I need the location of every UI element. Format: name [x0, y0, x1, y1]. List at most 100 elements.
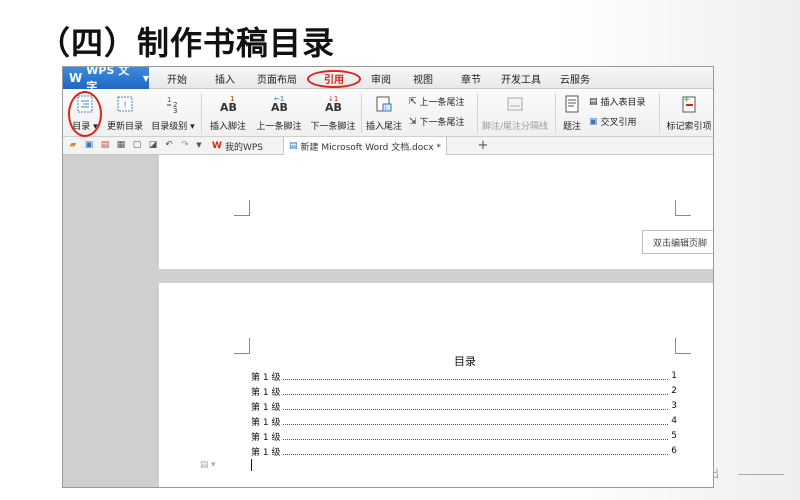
- table-of-figures-icon: ▤: [589, 96, 598, 107]
- toc-dot-leader: [283, 387, 669, 395]
- page-options-icon[interactable]: ▤ ▾: [200, 459, 216, 470]
- print-icon[interactable]: ▦: [115, 139, 127, 151]
- endnote-icon: i: [373, 93, 395, 115]
- wps-app-button[interactable]: W WPS 文字 ▼: [63, 67, 149, 93]
- svg-text:AB: AB: [325, 101, 342, 114]
- footer-edit-tip[interactable]: 双击编辑页脚: [642, 230, 713, 254]
- wps-logo-icon: W: [212, 141, 222, 151]
- prev-endnote-button[interactable]: ⇱ 上一条尾注: [409, 95, 465, 109]
- margin-corner: [234, 338, 250, 354]
- tab-page-layout[interactable]: 页面布局: [251, 67, 303, 89]
- svg-text:+: +: [683, 95, 691, 105]
- undo-icon[interactable]: ↶: [163, 139, 175, 151]
- mark-index-label: 标记索引项: [666, 122, 712, 132]
- wps-logo-icon: W: [69, 71, 83, 85]
- insert-table-of-figures-button[interactable]: ▤ 插入表目录: [589, 95, 646, 109]
- toc-dot-leader: [283, 447, 669, 455]
- print-preview-icon[interactable]: ▢: [131, 139, 143, 151]
- tab-chapter[interactable]: 章节: [451, 67, 491, 89]
- next-footnote-icon: ↓1 AB: [322, 93, 344, 115]
- cross-reference-button[interactable]: ▣ 交叉引用: [589, 115, 637, 129]
- toc-entry[interactable]: 第 1 级 5: [251, 429, 677, 443]
- quick-access-dropdown-icon[interactable]: ▼: [193, 139, 205, 151]
- svg-text:AB: AB: [220, 101, 237, 114]
- svg-text:AB: AB: [271, 101, 288, 114]
- ribbon-separator: [477, 93, 478, 133]
- toc-dot-leader: [283, 402, 669, 410]
- tab-developer[interactable]: 开发工具: [495, 67, 547, 89]
- insert-table-of-figures-label: 插入表目录: [600, 98, 646, 108]
- toc-entry-page: 1: [671, 371, 677, 381]
- toc-entry[interactable]: 第 1 级 4: [251, 414, 677, 428]
- svg-text:1: 1: [167, 96, 171, 104]
- caption-label: 题注: [562, 122, 581, 132]
- tab-cloud-service[interactable]: 云服务: [551, 67, 599, 89]
- toc-level-icon: 123: [162, 93, 184, 115]
- margin-corner: [234, 200, 250, 216]
- tab-insert[interactable]: 插入: [205, 67, 245, 89]
- tab-review[interactable]: 审阅: [361, 67, 401, 89]
- toc-entry-page: 5: [671, 431, 677, 441]
- tab-home[interactable]: 开始: [155, 67, 199, 89]
- prev-footnote-icon: ←1 AB: [268, 93, 290, 115]
- ribbon-separator: [361, 93, 362, 133]
- tab-document[interactable]: ▤ 新建 Microsoft Word 文档.docx *: [283, 137, 447, 155]
- open-icon[interactable]: ▰: [67, 139, 79, 151]
- ribbon-separator: [659, 93, 660, 133]
- prev-footnote-label: 上一条脚注: [256, 122, 302, 132]
- toc-entry[interactable]: 第 1 级 1: [251, 369, 677, 383]
- ribbon-references: 目录 ▾ ! 更新目录 123 目录级别 ▾ 1 AB 插入脚注 ←1 AB 上…: [63, 89, 713, 137]
- toc-entry[interactable]: 第 1 级 2: [251, 384, 677, 398]
- highlight-circle: [68, 91, 102, 137]
- update-toc-button[interactable]: ! 更新目录: [103, 93, 147, 132]
- wps-window: W WPS 文字 ▼ 开始 插入 页面布局 引用 审阅 视图 章节 开发工具 云…: [62, 66, 714, 488]
- cross-reference-icon: ▣: [589, 116, 598, 127]
- tab-view[interactable]: 视图: [403, 67, 443, 89]
- toc-dot-leader: [283, 432, 669, 440]
- toc-entry-text: 第 1 级: [251, 372, 281, 383]
- pdf-icon[interactable]: ▤: [99, 139, 111, 151]
- toc-level-button[interactable]: 123 目录级别 ▾: [149, 93, 197, 132]
- toc-entry-text: 第 1 级: [251, 432, 281, 443]
- update-toc-icon: !: [114, 93, 136, 115]
- next-footnote-button[interactable]: ↓1 AB 下一条脚注: [307, 93, 359, 132]
- insert-endnote-button[interactable]: i 插入尾注: [363, 93, 405, 132]
- prev-endnote-label: 上一条尾注: [419, 98, 465, 108]
- my-wps-label: 我的WPS: [224, 142, 263, 153]
- svg-text:!: !: [123, 101, 127, 111]
- mark-index-button[interactable]: + 标记索引项: [663, 93, 713, 132]
- toc-entry-page: 4: [671, 416, 677, 426]
- toc-entry-page: 2: [671, 386, 677, 396]
- separator-line-icon: [504, 93, 526, 115]
- update-toc-label: 更新目录: [106, 122, 143, 132]
- next-endnote-button[interactable]: ⇲ 下一条尾注: [409, 115, 465, 129]
- save-icon[interactable]: ▣: [83, 139, 95, 151]
- toc-entry-text: 第 1 级: [251, 417, 281, 428]
- toc-entry-text: 第 1 级: [251, 447, 281, 458]
- toc-entry-text: 第 1 级: [251, 402, 281, 413]
- new-tab-plus-icon[interactable]: +: [477, 138, 489, 153]
- cross-reference-label: 交叉引用: [600, 118, 637, 128]
- toc-dot-leader: [283, 372, 669, 380]
- toc-level-label: 目录级别: [151, 122, 188, 132]
- redo-icon[interactable]: ↷: [179, 139, 191, 151]
- footnote-separator-button[interactable]: 脚注/尾注分隔线: [479, 93, 551, 132]
- prev-footnote-button[interactable]: ←1 AB 上一条脚注: [253, 93, 305, 132]
- next-endnote-label: 下一条尾注: [419, 118, 465, 128]
- document-tab-bar: ▰ ▣ ▤ ▦ ▢ ◪ ↶ ↷ ▼ W 我的WPS ▤ 新建 Microsoft…: [63, 137, 713, 155]
- caption-button[interactable]: 题注: [559, 93, 585, 132]
- decorative-line: [738, 474, 784, 475]
- insert-footnote-button[interactable]: 1 AB 插入脚注: [207, 93, 249, 132]
- format-painter-icon[interactable]: ◪: [147, 139, 159, 151]
- tab-my-wps[interactable]: W 我的WPS: [207, 137, 268, 155]
- toc-entry[interactable]: 第 1 级 6: [251, 444, 677, 458]
- text-cursor: [251, 459, 252, 471]
- document-icon: ▤: [289, 141, 298, 151]
- toc-entry[interactable]: 第 1 级 3: [251, 399, 677, 413]
- next-footnote-label: 下一条脚注: [310, 122, 356, 132]
- prev-endnote-icon: ⇱: [409, 96, 417, 107]
- separator-line-label: 脚注/尾注分隔线: [481, 122, 549, 132]
- margin-corner: [675, 338, 691, 354]
- toc-entry-page: 6: [671, 446, 677, 456]
- insert-footnote-label: 插入脚注: [209, 122, 246, 132]
